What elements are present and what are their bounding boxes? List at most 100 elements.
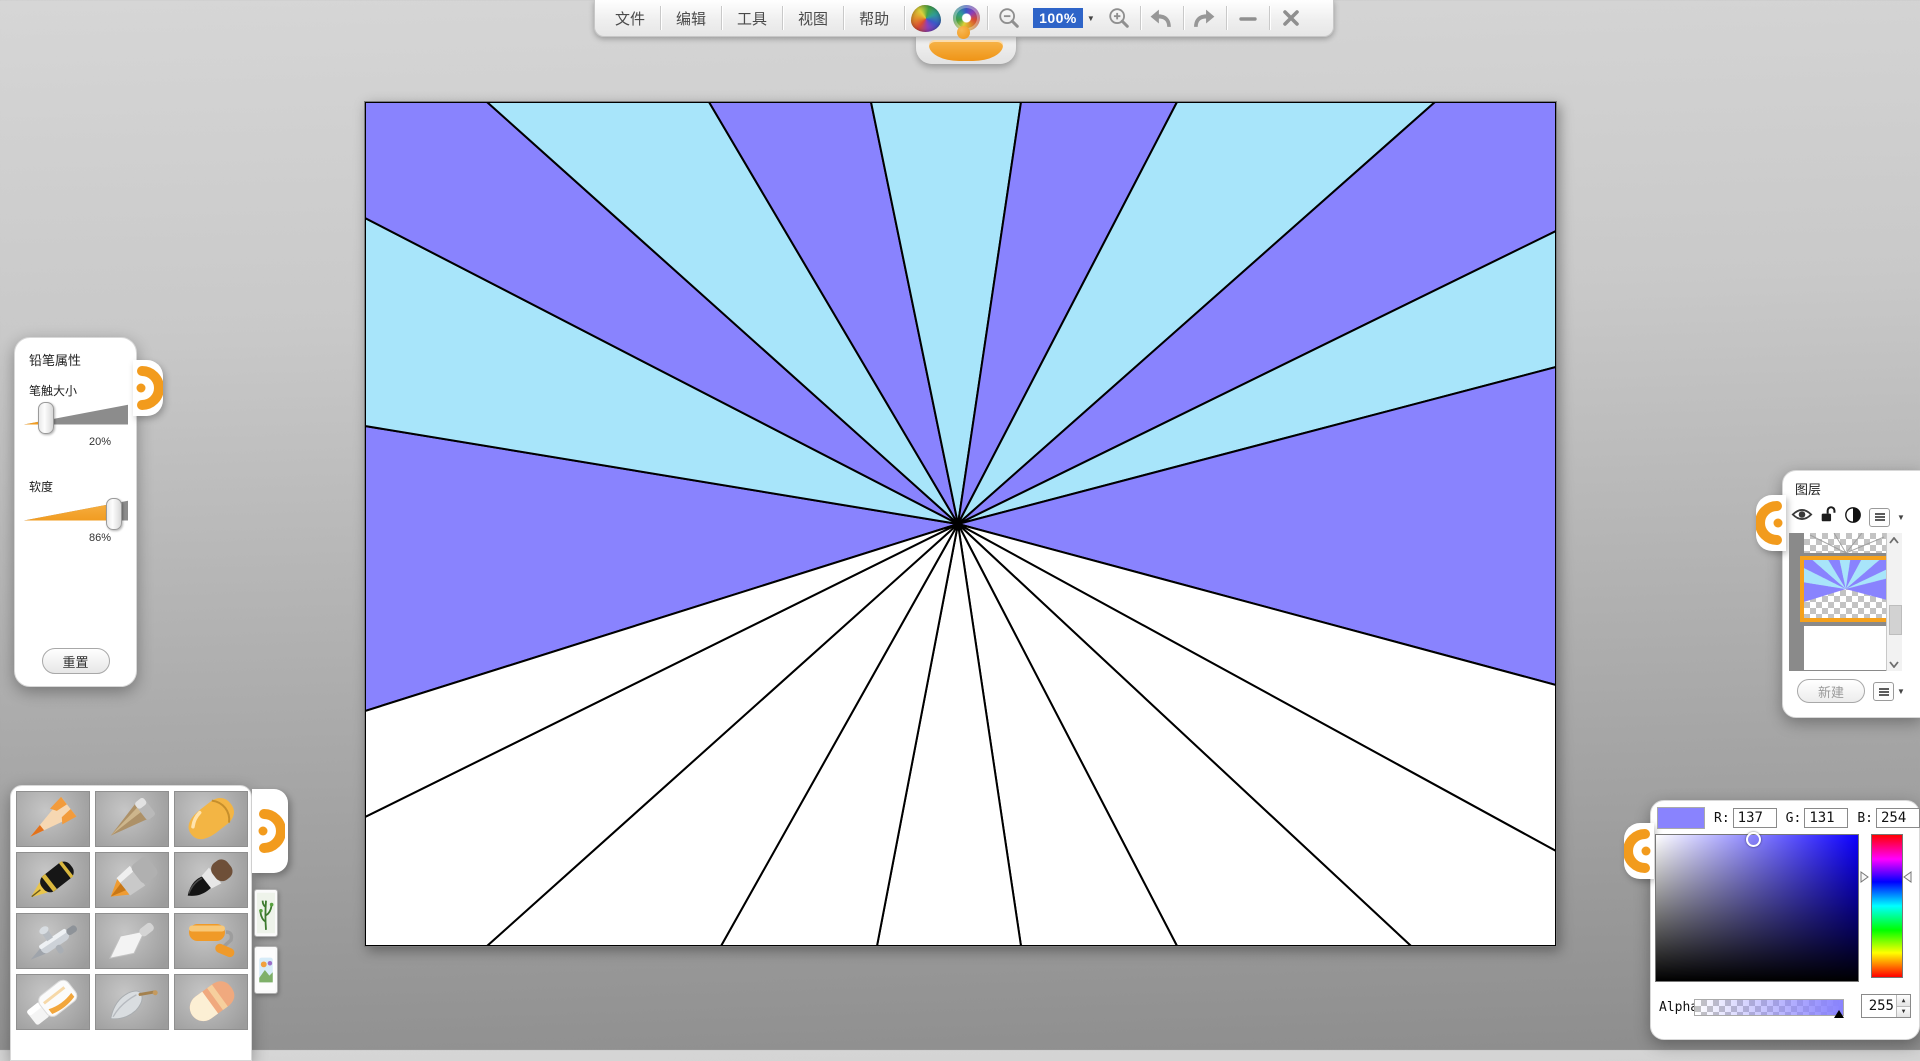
opacity-half-circle-icon bbox=[1844, 506, 1862, 524]
toolbar-separator bbox=[1140, 6, 1141, 30]
drawing-canvas[interactable] bbox=[364, 101, 1557, 947]
toolbar-separator bbox=[1269, 6, 1270, 30]
menu-view[interactable]: 视图 bbox=[784, 0, 842, 36]
scroll-up-icon[interactable] bbox=[1888, 534, 1900, 546]
scroll-down-icon[interactable] bbox=[1888, 658, 1900, 670]
brush-size-slider[interactable] bbox=[24, 400, 128, 434]
list-lines-icon bbox=[1878, 687, 1890, 697]
layer-lock-button[interactable] bbox=[1820, 505, 1837, 529]
hue-marker-left-icon[interactable] bbox=[1860, 871, 1869, 883]
alpha-slider-thumb[interactable] bbox=[1834, 1010, 1844, 1018]
undo-button[interactable] bbox=[1142, 3, 1182, 34]
charcoal-icon bbox=[100, 795, 164, 843]
color-cursor-icon[interactable] bbox=[1746, 832, 1761, 847]
redo-button[interactable] bbox=[1185, 3, 1225, 34]
ink-brush-tool[interactable] bbox=[174, 852, 248, 908]
fountain-pen-tool[interactable] bbox=[16, 852, 90, 908]
pencil-tool[interactable] bbox=[16, 791, 90, 847]
blue-value-input[interactable]: 254 bbox=[1876, 808, 1920, 828]
spin-up-icon[interactable]: ▲ bbox=[1897, 995, 1910, 1006]
layer-visibility-button[interactable] bbox=[1791, 507, 1813, 527]
leaf-knife-icon bbox=[100, 978, 164, 1026]
eraser-tool[interactable] bbox=[174, 974, 248, 1030]
pencil-properties-panel: 铅笔属性 笔触大小 20% 软度 86% 重置 bbox=[14, 337, 137, 687]
hue-marker-right-icon[interactable] bbox=[1903, 871, 1912, 883]
menu-help[interactable]: 帮助 bbox=[845, 0, 903, 36]
alpha-value[interactable]: 255 bbox=[1862, 998, 1896, 1014]
zoom-out-button[interactable] bbox=[989, 3, 1029, 34]
magnifier-minus-icon bbox=[997, 6, 1021, 30]
chevron-down-icon[interactable]: ▼ bbox=[1897, 513, 1905, 522]
clown-left-eye-button[interactable] bbox=[906, 3, 946, 34]
alpha-value-spinner[interactable]: 255 ▲ ▼ bbox=[1861, 994, 1911, 1018]
toolbar-separator bbox=[904, 6, 905, 30]
starburst-thumbnail bbox=[1804, 560, 1888, 618]
paint-jar-tool[interactable] bbox=[16, 974, 90, 1030]
layers-panel-ear-tab[interactable] bbox=[1756, 495, 1786, 551]
blue-label: B: bbox=[1857, 811, 1873, 826]
paint-brush-icon bbox=[100, 856, 164, 904]
airbrush-tool[interactable] bbox=[16, 913, 90, 969]
layer-list-menu-button[interactable] bbox=[1869, 508, 1890, 527]
layers-list bbox=[1789, 533, 1902, 671]
redo-arrow-icon bbox=[1192, 6, 1217, 31]
picture-stamp-button[interactable] bbox=[254, 946, 278, 994]
softness-slider-thumb[interactable] bbox=[106, 498, 122, 530]
toolbar-separator bbox=[660, 6, 661, 30]
picture-stamp-icon bbox=[257, 949, 275, 991]
scrollbar-thumb[interactable] bbox=[1889, 605, 1902, 635]
layer-item-sketch[interactable] bbox=[1804, 533, 1888, 553]
layer-item-starburst-selected[interactable] bbox=[1800, 556, 1892, 622]
clown-ear-icon bbox=[255, 803, 285, 859]
plant-stamp-button[interactable] bbox=[254, 889, 278, 937]
color-panel-ear-tab[interactable] bbox=[1624, 823, 1654, 879]
eraser-icon bbox=[179, 978, 243, 1026]
spin-down-icon[interactable]: ▼ bbox=[1897, 1006, 1910, 1018]
leaf-knife-tool[interactable] bbox=[95, 974, 169, 1030]
toolbar-separator bbox=[987, 6, 988, 30]
unlock-padlock-icon bbox=[1820, 505, 1837, 524]
charcoal-stick-tool[interactable] bbox=[95, 791, 169, 847]
clown-ear-icon bbox=[1624, 823, 1654, 879]
zoom-level-select[interactable]: 100% ▼ bbox=[1029, 8, 1099, 28]
saturation-value-picker[interactable] bbox=[1655, 834, 1859, 982]
toolbar-separator bbox=[843, 6, 844, 30]
reset-button[interactable]: 重置 bbox=[42, 648, 110, 674]
softness-slider[interactable] bbox=[24, 496, 128, 530]
chevron-down-icon[interactable]: ▼ bbox=[1897, 687, 1905, 696]
hue-strip[interactable] bbox=[1871, 834, 1903, 978]
minimize-button[interactable] bbox=[1228, 3, 1268, 34]
zoom-level-value[interactable]: 100% bbox=[1033, 8, 1083, 28]
alpha-slider[interactable] bbox=[1694, 999, 1844, 1016]
green-value-input[interactable]: 131 bbox=[1804, 808, 1848, 828]
clown-nose-icon bbox=[957, 26, 970, 39]
tool-palette-ear-tab[interactable] bbox=[252, 789, 288, 873]
toolbar-separator bbox=[1183, 6, 1184, 30]
new-layer-button[interactable]: 新建 bbox=[1797, 679, 1865, 703]
starburst-drawing[interactable] bbox=[365, 102, 1556, 946]
paint-jar-icon bbox=[21, 978, 85, 1026]
zoom-in-button[interactable] bbox=[1099, 3, 1139, 34]
crayon-tool[interactable] bbox=[174, 791, 248, 847]
layers-panel: 图层 ▼ bbox=[1782, 470, 1920, 718]
layers-scrollbar[interactable] bbox=[1886, 533, 1902, 671]
brush-size-slider-thumb[interactable] bbox=[38, 402, 54, 434]
chevron-down-icon[interactable]: ▼ bbox=[1087, 14, 1095, 23]
pencil-panel-title: 铅笔属性 bbox=[29, 350, 81, 369]
menu-edit[interactable]: 编辑 bbox=[662, 0, 720, 36]
palette-knife-icon bbox=[100, 917, 164, 965]
menu-tools[interactable]: 工具 bbox=[723, 0, 781, 36]
close-button[interactable] bbox=[1271, 3, 1311, 34]
menu-file[interactable]: 文件 bbox=[601, 0, 659, 36]
layer-opacity-button[interactable] bbox=[1844, 506, 1862, 529]
paint-brush-tool[interactable] bbox=[95, 852, 169, 908]
paint-roller-tool[interactable] bbox=[174, 913, 248, 969]
visibility-eye-icon bbox=[1791, 507, 1813, 522]
layer-item-white[interactable] bbox=[1804, 626, 1888, 670]
red-value-input[interactable]: 137 bbox=[1733, 808, 1777, 828]
pencil-panel-ear-tab[interactable] bbox=[133, 360, 163, 416]
layers-options-button[interactable] bbox=[1873, 682, 1894, 701]
magnifier-plus-icon bbox=[1107, 6, 1131, 30]
palette-knife-tool[interactable] bbox=[95, 913, 169, 969]
list-lines-icon bbox=[1874, 512, 1886, 522]
